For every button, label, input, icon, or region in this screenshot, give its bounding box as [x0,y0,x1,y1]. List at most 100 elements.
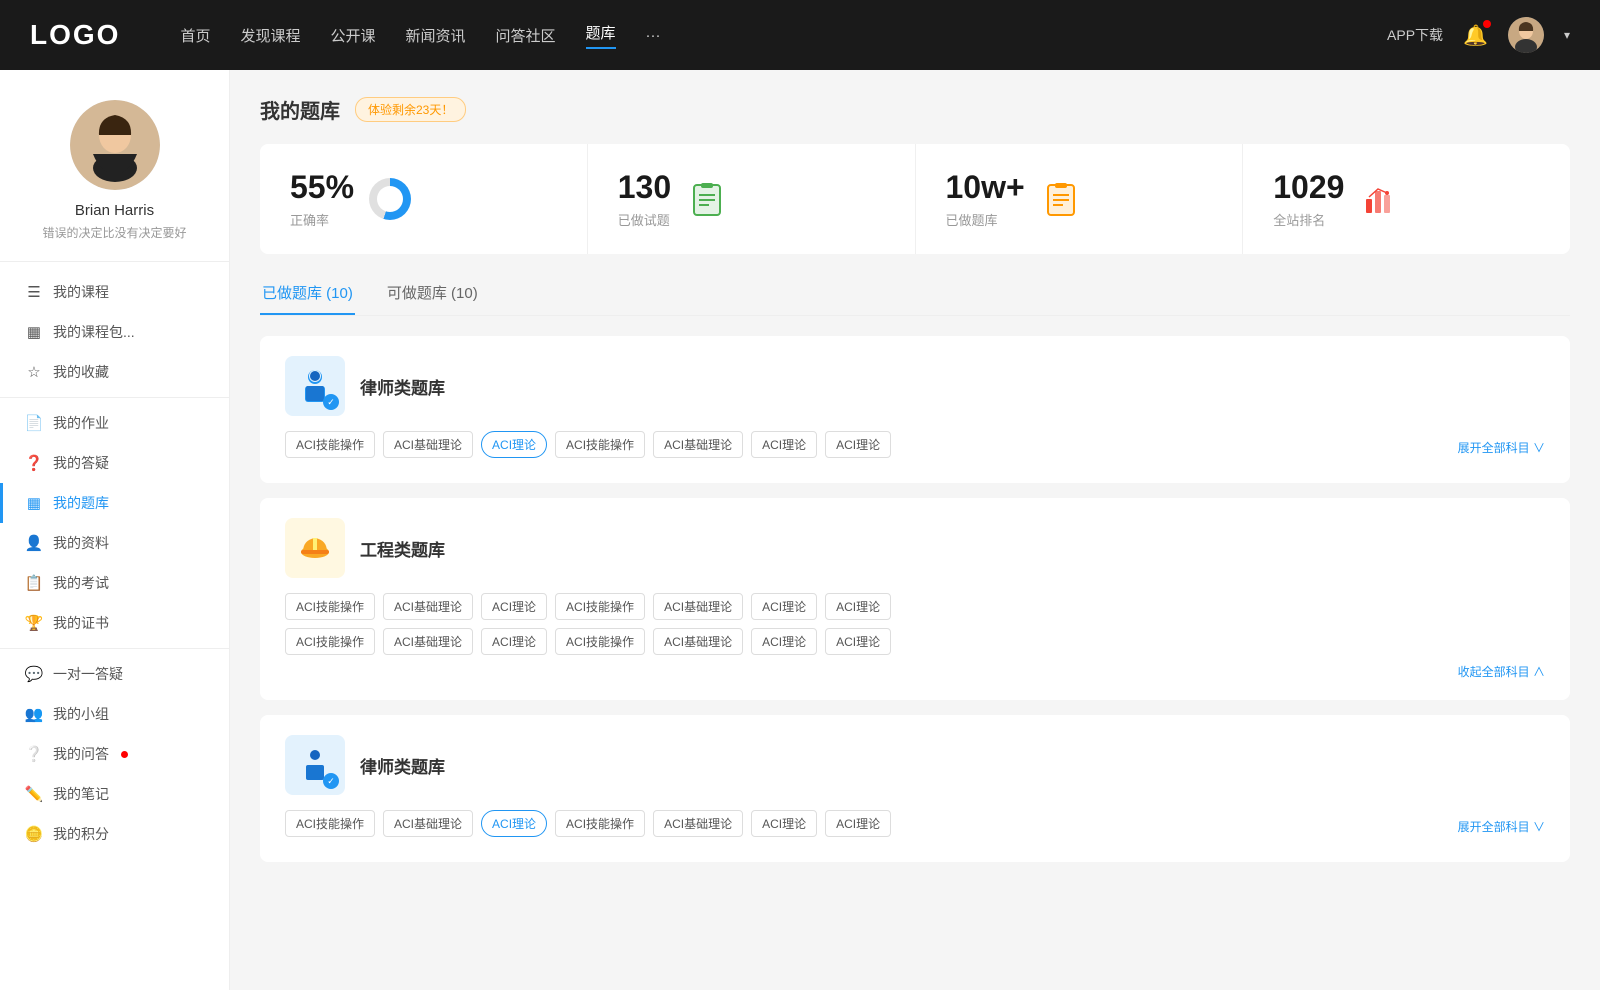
stat-label-accuracy: 正确率 [290,210,354,229]
tag-1-5[interactable]: ACI理论 [751,431,817,458]
user-menu-chevron[interactable]: ▾ [1564,28,1570,42]
sidebar-label: 我的作业 [53,413,109,433]
tag-2-r2-2[interactable]: ACI理论 [481,628,547,655]
tag-2-r2-3[interactable]: ACI技能操作 [555,628,645,655]
bar-icon: ▦ [25,323,43,341]
sidebar-item-favorites[interactable]: ☆ 我的收藏 [0,352,229,392]
quiz-card-header-3: 律师类题库 [285,735,1545,795]
tag-3-2[interactable]: ACI理论 [481,810,547,837]
file2-icon: 📋 [25,574,43,592]
tag-2-4[interactable]: ACI基础理论 [653,593,743,620]
qmark-icon: ❔ [25,745,43,763]
tag-3-5[interactable]: ACI理论 [751,810,817,837]
nav-courses[interactable]: 发现课程 [240,25,300,46]
nav-open-course[interactable]: 公开课 [330,25,375,46]
sidebar-item-certificates[interactable]: 🏆 我的证书 [0,603,229,643]
sidebar-item-course-packages[interactable]: ▦ 我的课程包... [0,312,229,352]
sidebar-label: 我的资料 [53,533,109,553]
expand-link-1[interactable]: 展开全部科目 ∨ [1458,439,1545,456]
quiz-title-2: 工程类题库 [360,536,445,561]
tag-2-1[interactable]: ACI基础理论 [383,593,473,620]
sidebar-divider-1 [0,397,229,398]
quiz-card-header-1: 律师类题库 [285,356,1545,416]
tag-3-1[interactable]: ACI基础理论 [383,810,473,837]
checkmark-badge-1 [323,394,339,410]
tag-2-5[interactable]: ACI理论 [751,593,817,620]
clipboard-green-icon [686,178,728,220]
checkmark-badge-3 [323,773,339,789]
nav-qa[interactable]: 问答社区 [496,25,556,46]
sidebar-label: 我的考试 [53,573,109,593]
tags-row-1: ACI技能操作 ACI基础理论 ACI理论 ACI技能操作 ACI基础理论 AC… [285,431,1450,458]
tag-2-2[interactable]: ACI理论 [481,593,547,620]
sidebar-item-notes[interactable]: ✏️ 我的笔记 [0,774,229,814]
helmet-svg [295,528,335,568]
tag-2-0[interactable]: ACI技能操作 [285,593,375,620]
sidebar-item-homework[interactable]: 📄 我的作业 [0,403,229,443]
tag-2-6[interactable]: ACI理论 [825,593,891,620]
tab-done-banks[interactable]: 已做题库 (10) [260,274,355,315]
notification-bell[interactable]: 🔔 [1463,23,1488,48]
nav-home[interactable]: 首页 [180,25,210,46]
tag-1-1[interactable]: ACI基础理论 [383,431,473,458]
sidebar-item-my-courses[interactable]: ☰ 我的课程 [0,272,229,312]
lawyer-icon-1 [285,356,345,416]
tag-3-0[interactable]: ACI技能操作 [285,810,375,837]
sidebar-label: 我的题库 [53,493,109,513]
clipboard-orange-svg [1043,181,1079,217]
tag-1-3[interactable]: ACI技能操作 [555,431,645,458]
tag-1-4[interactable]: ACI基础理论 [653,431,743,458]
sidebar-item-points[interactable]: 🪙 我的积分 [0,814,229,854]
tag-2-r2-1[interactable]: ACI基础理论 [383,628,473,655]
notification-badge [1483,20,1491,28]
edit-icon: ✏️ [25,785,43,803]
expand-link-3[interactable]: 展开全部科目 ∨ [1458,818,1545,835]
stat-label-banks: 已做题库 [946,210,1025,229]
sidebar: Brian Harris 错误的决定比没有决定要好 ☰ 我的课程 ▦ 我的课程包… [0,70,230,990]
stat-done-banks: 10w+ 已做题库 [916,144,1244,254]
app-download-link[interactable]: APP下载 [1387,25,1443,45]
tag-1-6[interactable]: ACI理论 [825,431,891,458]
nav-more[interactable]: ··· [646,27,661,44]
tag-2-3[interactable]: ACI技能操作 [555,593,645,620]
tag-3-6[interactable]: ACI理论 [825,810,891,837]
stat-text-banks: 10w+ 已做题库 [946,169,1025,229]
tag-1-2[interactable]: ACI理论 [481,431,547,458]
sidebar-item-quiz-bank[interactable]: ▦ 我的题库 [0,483,229,523]
tag-3-3[interactable]: ACI技能操作 [555,810,645,837]
tag-1-0[interactable]: ACI技能操作 [285,431,375,458]
new-indicator [121,751,128,758]
page-title: 我的题库 [260,95,340,124]
quiz-card-lawyer-3: 律师类题库 ACI技能操作 ACI基础理论 ACI理论 ACI技能操作 ACI基… [260,715,1570,862]
sidebar-item-exams[interactable]: 📋 我的考试 [0,563,229,603]
stats-row: 55% 正确率 130 已做试题 [260,144,1570,254]
sidebar-item-one-on-one[interactable]: 💬 一对一答疑 [0,654,229,694]
user-avatar-nav[interactable] [1508,17,1544,53]
chat-icon: 💬 [25,665,43,683]
sidebar-label: 我的课程包... [53,322,135,342]
tabs: 已做题库 (10) 可做题库 (10) [260,274,1570,316]
sidebar-item-materials[interactable]: 👤 我的资料 [0,523,229,563]
grid-icon: ▦ [25,494,43,512]
sidebar-item-groups[interactable]: 👥 我的小组 [0,694,229,734]
tab-available-banks[interactable]: 可做题库 (10) [385,274,480,315]
sidebar-label: 一对一答疑 [53,664,123,684]
tag-3-4[interactable]: ACI基础理论 [653,810,743,837]
tag-2-r2-5[interactable]: ACI理论 [751,628,817,655]
avatar-icon [1508,17,1544,53]
sidebar-item-questions[interactable]: ❔ 我的问答 [0,734,229,774]
nav-quiz[interactable]: 题库 [586,22,616,49]
tag-2-r2-4[interactable]: ACI基础理论 [653,628,743,655]
sidebar-item-qa[interactable]: ❓ 我的答疑 [0,443,229,483]
avatar-image [70,100,160,190]
stat-text-accuracy: 55% 正确率 [290,169,354,229]
collapse-link-2[interactable]: 收起全部科目 ∧ [285,663,1545,680]
navbar-right: APP下载 🔔 ▾ [1387,17,1570,53]
clipboard-svg [689,181,725,217]
lawyer-icon-3 [285,735,345,795]
engineering-icon [285,518,345,578]
sidebar-divider-2 [0,648,229,649]
tag-2-r2-6[interactable]: ACI理论 [825,628,891,655]
nav-news[interactable]: 新闻资讯 [406,25,466,46]
tag-2-r2-0[interactable]: ACI技能操作 [285,628,375,655]
